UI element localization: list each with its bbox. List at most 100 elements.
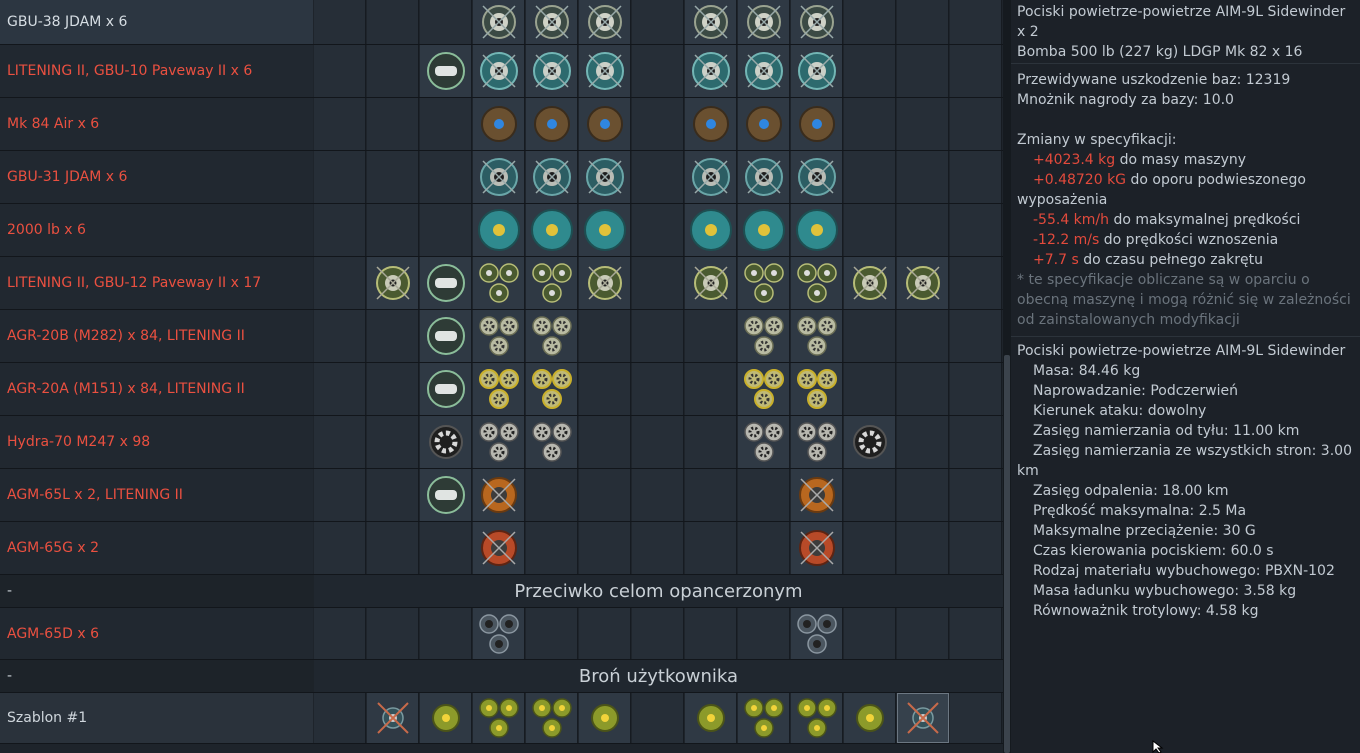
jdam-bomb-icon	[746, 5, 781, 39]
loadout-row-agm65g[interactable]: AGM-65G x 2	[0, 522, 1003, 575]
rocket-pod-cluster-icon	[796, 316, 837, 356]
spec-climb: -12.2 m/s do prędkości wznoszenia	[1033, 232, 1279, 248]
missile-stat: Zasięg odpalenia: 18.00 km	[1033, 483, 1229, 499]
guided-bomb-icon	[744, 52, 783, 90]
bomb-icon	[480, 106, 517, 142]
bomb-icon	[586, 106, 623, 142]
bomb-icon	[745, 106, 782, 142]
jdam-bomb-icon	[532, 158, 571, 196]
missile-stat: Masa: 84.46 kg	[1033, 363, 1141, 379]
loadout-row-gbu31[interactable]: GBU-31 JDAM x 6	[0, 151, 1003, 204]
bomb-icon	[798, 106, 835, 142]
rocket-pod-cluster-icon	[478, 369, 519, 409]
guided-bomb-cluster-icon	[796, 263, 837, 303]
loadout-row-gbu12[interactable]: LITENING II, GBU-12 Paveway II x 17	[0, 257, 1003, 310]
spec-drag: +0.48720 kG do oporu podwieszonego	[1033, 172, 1306, 188]
spec-changes: Zmiany w specyfikacji: +4023.4 kg do mas…	[1017, 130, 1356, 330]
targeting-pod-icon	[426, 52, 465, 90]
summary-line: x 2	[1017, 24, 1039, 40]
guided-bomb-icon	[375, 266, 410, 300]
missile-stat: Zasięg namierzania ze wszystkich stron: …	[1033, 443, 1352, 459]
spec-turn: +7.7 s do czasu pełnego zakrętu	[1033, 252, 1263, 268]
bomb-icon	[692, 106, 729, 142]
rocket-pod-cluster-icon	[743, 422, 784, 462]
missile-stat: Masa ładunku wybuchowego: 3.58 kg	[1033, 583, 1297, 599]
summary-line: Pociski powietrze-powietrze AIM-9L Sidew…	[1017, 4, 1346, 20]
guided-bomb-icon	[905, 266, 940, 300]
loadout-label: Hydra-70 M247 x 98	[0, 416, 313, 468]
preset-label: Szablon #1	[0, 693, 313, 743]
loadout-label: AGR-20A (M151) x 84, LITENING II	[0, 363, 313, 415]
jdam-bomb-icon	[797, 158, 836, 196]
jdam-bomb-icon	[691, 158, 730, 196]
loadout-row-gbu38[interactable]: GBU-38 JDAM x 6	[0, 0, 1003, 45]
bomb-icon	[590, 704, 619, 732]
loadout-label: 2000 lb x 6	[0, 204, 313, 256]
jdam-bomb-icon	[587, 5, 622, 39]
section-custom-weapons: - Broń użytkownika	[0, 660, 1003, 693]
guided-bomb-icon	[797, 52, 836, 90]
loadout-row-hydra70[interactable]: Hydra-70 M247 x 98	[0, 416, 1003, 469]
jdam-bomb-icon	[693, 5, 728, 39]
rocket-pod-cluster-icon	[743, 316, 784, 356]
jdam-bomb-icon	[799, 5, 834, 39]
divider	[1011, 63, 1360, 64]
guided-bomb-cluster-icon	[478, 263, 519, 303]
bomb-icon	[533, 106, 570, 142]
loadout-row-mk84[interactable]: Mk 84 Air x 6	[0, 98, 1003, 151]
bomb-icon	[696, 704, 725, 732]
loadout-summary: Pociski powietrze-powietrze AIM-9L Sidew…	[1017, 2, 1356, 62]
base-damage-info: Przewidywane uszkodzenie baz: 12319 Mnoż…	[1017, 70, 1356, 110]
spec-drag-cont: wyposażenia	[1017, 192, 1108, 208]
rocket-pod-cluster-icon	[478, 316, 519, 356]
bomb-icon	[689, 209, 732, 251]
missile-icon	[906, 702, 939, 734]
bomb-cluster-icon	[743, 698, 784, 738]
bomb-icon	[530, 209, 573, 251]
jdam-bomb-icon	[479, 158, 518, 196]
bomb-icon	[855, 704, 884, 732]
guided-bomb-icon	[852, 266, 887, 300]
spec-changes-header: Zmiany w specyfikacji:	[1017, 132, 1177, 148]
scrollbar-thumb[interactable]	[1004, 355, 1010, 753]
guided-bomb-icon	[479, 52, 518, 90]
loadout-row-gbu10[interactable]: LITENING II, GBU-10 Paveway II x 6	[0, 45, 1003, 98]
preset-row[interactable]: Szablon #1	[0, 693, 1003, 744]
loadout-row-agm65l[interactable]: AGM-65L x 2, LITENING II	[0, 469, 1003, 522]
missile-stat: Naprowadzanie: Podczerwień	[1033, 383, 1238, 399]
bomb-icon	[742, 209, 785, 251]
pylon-slot-selected[interactable]	[897, 693, 949, 743]
guided-bomb-icon	[587, 266, 622, 300]
loadout-row-agr20b[interactable]: AGR-20B (M282) x 84, LITENING II	[0, 310, 1003, 363]
missile-cluster-icon	[478, 613, 519, 654]
targeting-pod-icon	[426, 317, 465, 355]
loadout-label: GBU-38 JDAM x 6	[0, 0, 313, 44]
bomb-icon	[795, 209, 838, 251]
guided-bomb-icon	[532, 52, 571, 90]
loadout-row-agm65d[interactable]: AGM-65D x 6	[0, 608, 1003, 660]
mouse-cursor-icon	[1152, 740, 1164, 753]
scrollbar[interactable]	[1003, 0, 1011, 753]
missile-stat: Czas kierowania pociskiem: 60.0 s	[1033, 543, 1274, 559]
rocket-pod-cluster-icon	[531, 369, 572, 409]
next-row-partial	[0, 744, 1003, 753]
bomb-icon	[477, 209, 520, 251]
jdam-bomb-icon	[744, 158, 783, 196]
bomb-cluster-icon	[478, 698, 519, 738]
bomb-cluster-icon	[796, 698, 837, 738]
loadout-row-2000lb[interactable]: 2000 lb x 6	[0, 204, 1003, 257]
bomb-cluster-icon	[531, 698, 572, 738]
loadout-row-agr20a[interactable]: AGR-20A (M151) x 84, LITENING II	[0, 363, 1003, 416]
loadout-label: AGM-65L x 2, LITENING II	[0, 469, 313, 521]
bomb-icon	[431, 704, 460, 732]
bomb-icon	[583, 209, 626, 251]
section-dash: -	[7, 583, 13, 599]
targeting-pod-icon	[426, 264, 465, 302]
missile-stat: Kierunek ataku: dowolny	[1033, 403, 1207, 419]
jdam-bomb-icon	[585, 158, 624, 196]
base-damage-text: Przewidywane uszkodzenie baz: 12319	[1017, 72, 1291, 88]
missile-stat: Równoważnik trotylowy: 4.58 kg	[1033, 603, 1259, 619]
missile-stat: Maksymalne przeciążenie: 30 G	[1033, 523, 1256, 539]
missile-icon	[480, 530, 517, 566]
loadout-table: GBU-38 JDAM x 6 LITENING II, GBU-10 Pave…	[0, 0, 1005, 753]
